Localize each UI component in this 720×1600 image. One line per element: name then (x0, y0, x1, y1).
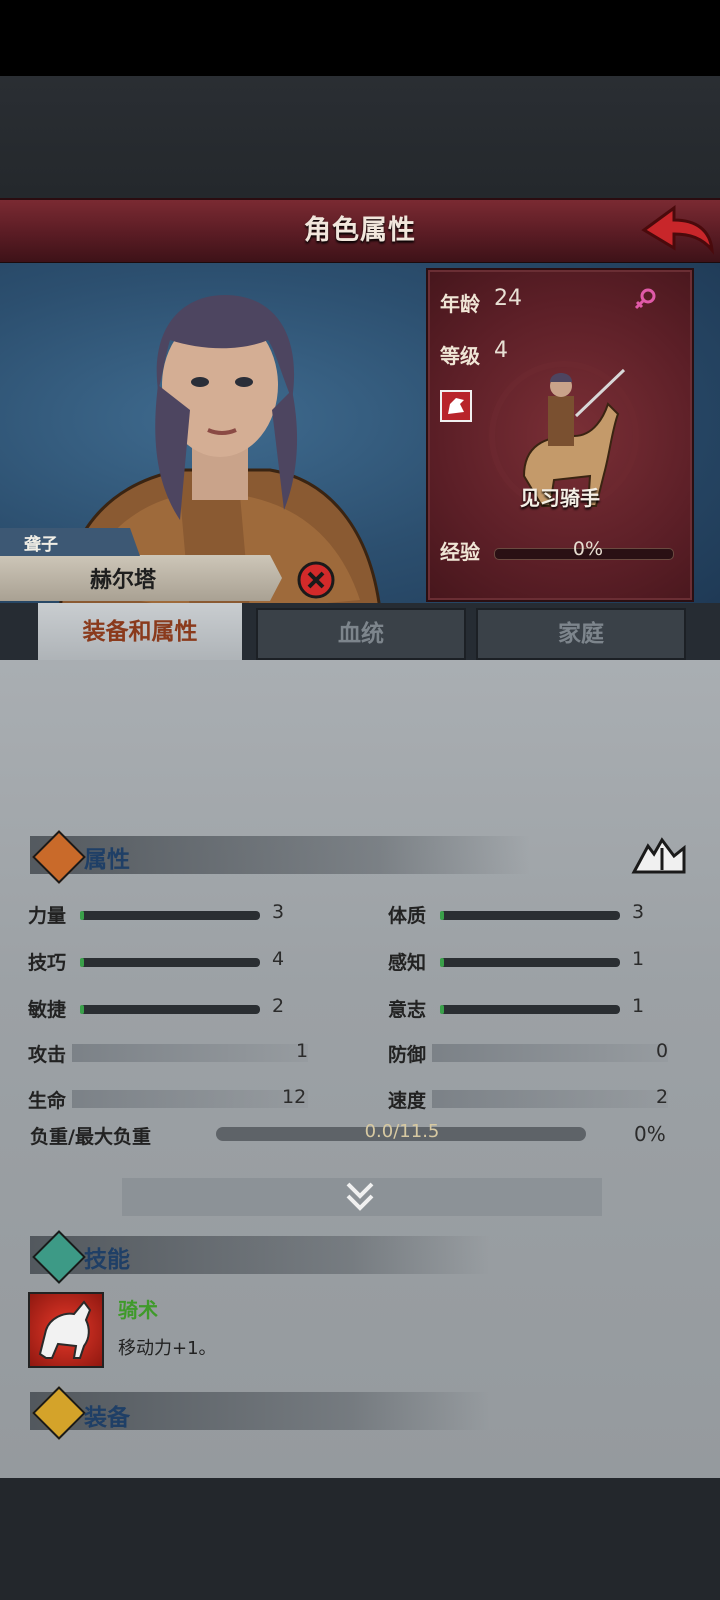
combat-stat-label: 速度 (388, 1090, 427, 1112)
close-icon (297, 561, 335, 599)
stat-value: 3 (272, 901, 285, 923)
equipment-title: 装备 (84, 1405, 130, 1431)
tab-equipment-attributes[interactable]: 装备和属性 (38, 603, 242, 661)
info-card: 年龄 24 等级 4 见习骑手 经验 0% (426, 268, 694, 602)
stat-bar-fill (440, 1005, 444, 1014)
back-button[interactable] (640, 204, 716, 258)
combat-stat-value: 12 (282, 1086, 307, 1108)
stat-value: 4 (272, 948, 285, 970)
combat-stat-value: 0 (656, 1040, 669, 1062)
combat-stat-label: 生命 (28, 1090, 67, 1112)
back-arrow-icon (641, 205, 714, 255)
stat-bar (440, 958, 620, 967)
skill-name: 骑术 (118, 1298, 158, 1322)
load-percent: 0% (634, 1122, 666, 1146)
stat-value: 1 (632, 995, 645, 1017)
stat-bar-fill (80, 958, 84, 967)
main-panel (0, 660, 720, 1478)
stat-band (72, 1044, 308, 1062)
attributes-title: 属性 (84, 847, 130, 873)
stat-bar-fill (80, 911, 84, 920)
dismiss-button[interactable] (296, 560, 336, 600)
exp-label: 经验 (440, 540, 480, 564)
stat-band (432, 1090, 668, 1108)
class-name: 见习骑手 (520, 486, 600, 510)
stat-bar-fill (80, 1005, 84, 1014)
level-up-button[interactable] (626, 836, 690, 876)
stat-label: 意志 (388, 999, 427, 1021)
stat-bar (80, 958, 260, 967)
stat-value: 1 (632, 948, 645, 970)
stat-value: 2 (272, 995, 285, 1017)
horse-icon[interactable] (28, 1292, 104, 1368)
age-value: 24 (494, 286, 522, 311)
combat-stat-label: 攻击 (28, 1044, 67, 1066)
skills-title: 技能 (84, 1247, 130, 1273)
stat-label: 敏捷 (28, 999, 67, 1021)
combat-stat-label: 防御 (388, 1044, 427, 1066)
stat-bar (80, 911, 260, 920)
bottom-area (0, 1478, 720, 1600)
page-title: 角色属性 (304, 215, 416, 246)
age-label: 年龄 (440, 292, 480, 316)
status-bar (0, 0, 720, 76)
stat-bar (440, 1005, 620, 1014)
tab-family[interactable]: 家庭 (476, 608, 686, 660)
level-label: 等级 (440, 344, 480, 368)
combat-stat-value: 1 (296, 1040, 309, 1062)
combat-stat-value: 2 (656, 1086, 669, 1108)
stat-label: 感知 (388, 952, 427, 974)
chevron-double-down-icon (346, 1182, 374, 1211)
stat-band (432, 1044, 668, 1062)
load-label: 负重/最大负重 (30, 1126, 151, 1148)
expand-button[interactable] (340, 1180, 380, 1214)
stat-value: 3 (632, 901, 645, 923)
stat-bar (440, 911, 620, 920)
stat-band (72, 1090, 308, 1108)
class-badge-icon (440, 390, 472, 422)
stat-bar-fill (440, 911, 444, 920)
exp-percent: 0% (572, 538, 604, 560)
stat-bar (80, 1005, 260, 1014)
load-value: 0.0/11.5 (364, 1121, 440, 1142)
character-title: 聋子 (24, 535, 58, 555)
stat-label: 技巧 (28, 952, 67, 974)
character-name: 赫尔塔 (90, 568, 157, 593)
female-icon (632, 286, 658, 312)
stat-label: 力量 (28, 905, 67, 927)
stat-bar-fill (440, 958, 444, 967)
skill-description: 移动力+1。 (118, 1338, 217, 1359)
header-bar: 角色属性 (0, 198, 720, 265)
top-band (0, 76, 720, 198)
tab-bloodline[interactable]: 血统 (256, 608, 466, 660)
stat-label: 体质 (388, 905, 427, 927)
title-tag (0, 528, 140, 556)
level-up-icon (631, 837, 686, 874)
